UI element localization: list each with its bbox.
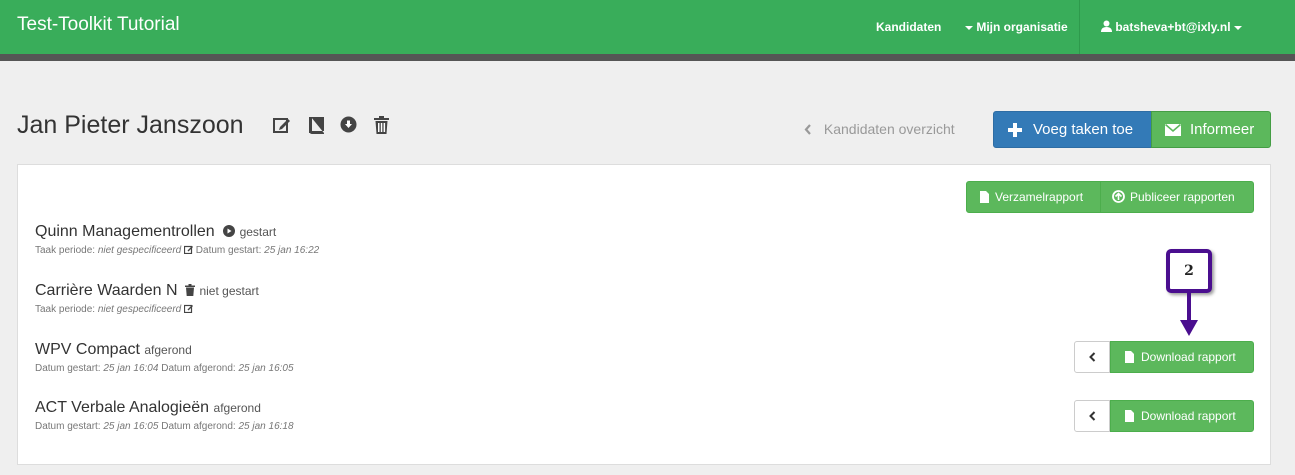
download-report-button[interactable]: Download rapport xyxy=(1110,341,1254,373)
meta-value: niet gespecificeerd xyxy=(97,245,182,256)
summary-report-button[interactable]: Verzamelrapport xyxy=(966,181,1101,213)
tutorial-step-marker: 2 xyxy=(1166,249,1212,293)
back-to-candidates-link[interactable]: Kandidaten overzicht xyxy=(804,121,955,137)
envelope-icon xyxy=(1165,124,1181,136)
inform-label: Informeer xyxy=(1190,121,1255,138)
task-name: ACT Verbale Analogieën xyxy=(35,399,210,416)
download-report-button[interactable]: Download rapport xyxy=(1110,400,1254,432)
meta-value: 25 jan 16:22 xyxy=(264,245,320,256)
task-row-act: ACT Verbale Analogieën afgerond xyxy=(35,399,261,417)
book-icon[interactable] xyxy=(308,116,325,134)
edit-icon[interactable] xyxy=(183,304,193,314)
task-name: WPV Compact xyxy=(35,341,140,358)
task-meta: Datum gestart: 25 jan 16:05 Datum afgero… xyxy=(35,421,294,432)
publish-reports-button[interactable]: Publiceer rapporten xyxy=(1100,181,1254,213)
task-name: Quinn Managementrollen xyxy=(35,223,215,240)
trash-icon[interactable] xyxy=(185,284,196,296)
add-tasks-label: Voeg taken toe xyxy=(1033,121,1134,138)
task-status: gestart xyxy=(239,225,277,239)
nav-link-kandidaten[interactable]: Kandidaten xyxy=(876,20,941,34)
task-status: afgerond xyxy=(213,401,261,415)
meta-label: Taak periode: xyxy=(35,304,96,315)
expand-toggle-button[interactable] xyxy=(1074,400,1110,432)
chevron-left-icon xyxy=(1089,352,1096,362)
file-icon xyxy=(1125,351,1134,363)
meta-value: niet gespecificeerd xyxy=(97,304,182,315)
user-menu[interactable]: batsheva+bt@ixly.nl xyxy=(1101,20,1242,34)
meta-value: 25 jan 16:05 xyxy=(103,421,159,432)
task-row-carriere: Carrière Waarden N niet gestart xyxy=(35,282,259,300)
file-icon xyxy=(980,191,989,203)
user-icon xyxy=(1101,20,1112,32)
task-meta: Taak periode: niet gespecificeerd Datum … xyxy=(35,245,319,256)
meta-label: Taak periode: xyxy=(35,245,96,256)
inform-button[interactable]: Informeer xyxy=(1151,111,1271,148)
meta-value: 25 jan 16:18 xyxy=(238,421,294,432)
meta-value: 25 jan 16:04 xyxy=(103,363,159,374)
user-email: batsheva+bt@ixly.nl xyxy=(1115,20,1231,34)
navbar-bottom-bar xyxy=(0,54,1295,61)
task-meta: Taak periode: niet gespecificeerd xyxy=(35,304,193,315)
expand-toggle-button[interactable] xyxy=(1074,341,1110,373)
meta-value: 25 jan 16:05 xyxy=(238,363,294,374)
publish-reports-label: Publiceer rapporten xyxy=(1130,190,1235,204)
play-circle-icon xyxy=(223,225,236,237)
task-status: niet gestart xyxy=(199,284,259,298)
caret-down-icon xyxy=(965,25,973,30)
file-icon xyxy=(1125,410,1134,422)
navbar-divider xyxy=(1079,0,1080,54)
arrow-down-icon xyxy=(1180,292,1198,336)
meta-label: Datum gestart: xyxy=(195,245,262,256)
edit-icon[interactable] xyxy=(183,245,193,255)
task-meta: Datum gestart: 25 jan 16:04 Datum afgero… xyxy=(35,363,294,374)
add-tasks-button[interactable]: Voeg taken toe xyxy=(993,111,1152,148)
download-report-label: Download rapport xyxy=(1141,350,1236,364)
nav-link-organisatie-label: Mijn organisatie xyxy=(976,20,1068,34)
navbar: Test-Toolkit Tutorial Kandidaten Mijn or… xyxy=(0,0,1295,54)
nav-dropdown-organisatie[interactable]: Mijn organisatie xyxy=(965,20,1068,34)
trash-icon[interactable] xyxy=(374,116,389,134)
meta-label: Datum gestart: xyxy=(35,363,101,374)
meta-label: Datum afgerond: xyxy=(161,363,236,374)
back-link-label: Kandidaten overzicht xyxy=(823,121,955,137)
caret-down-icon xyxy=(1233,25,1242,30)
plus-icon xyxy=(1008,123,1022,137)
upload-circle-icon xyxy=(1112,190,1125,203)
meta-label: Datum gestart: xyxy=(35,421,101,432)
chevron-left-icon xyxy=(1089,411,1096,421)
edit-icon[interactable] xyxy=(273,116,291,134)
download-icon[interactable] xyxy=(340,116,357,133)
task-status: afgerond xyxy=(144,343,192,357)
brand-title[interactable]: Test-Toolkit Tutorial xyxy=(17,14,180,36)
chevron-left-icon xyxy=(804,124,811,135)
meta-label: Datum afgerond: xyxy=(161,421,236,432)
task-row-wpv: WPV Compact afgerond xyxy=(35,341,192,359)
page-title: Jan Pieter Janszoon xyxy=(17,111,244,139)
task-name: Carrière Waarden N xyxy=(35,282,178,299)
task-row-quinn: Quinn Managementrollen gestart xyxy=(35,223,276,241)
summary-report-label: Verzamelrapport xyxy=(995,190,1084,204)
download-report-label: Download rapport xyxy=(1141,409,1236,423)
